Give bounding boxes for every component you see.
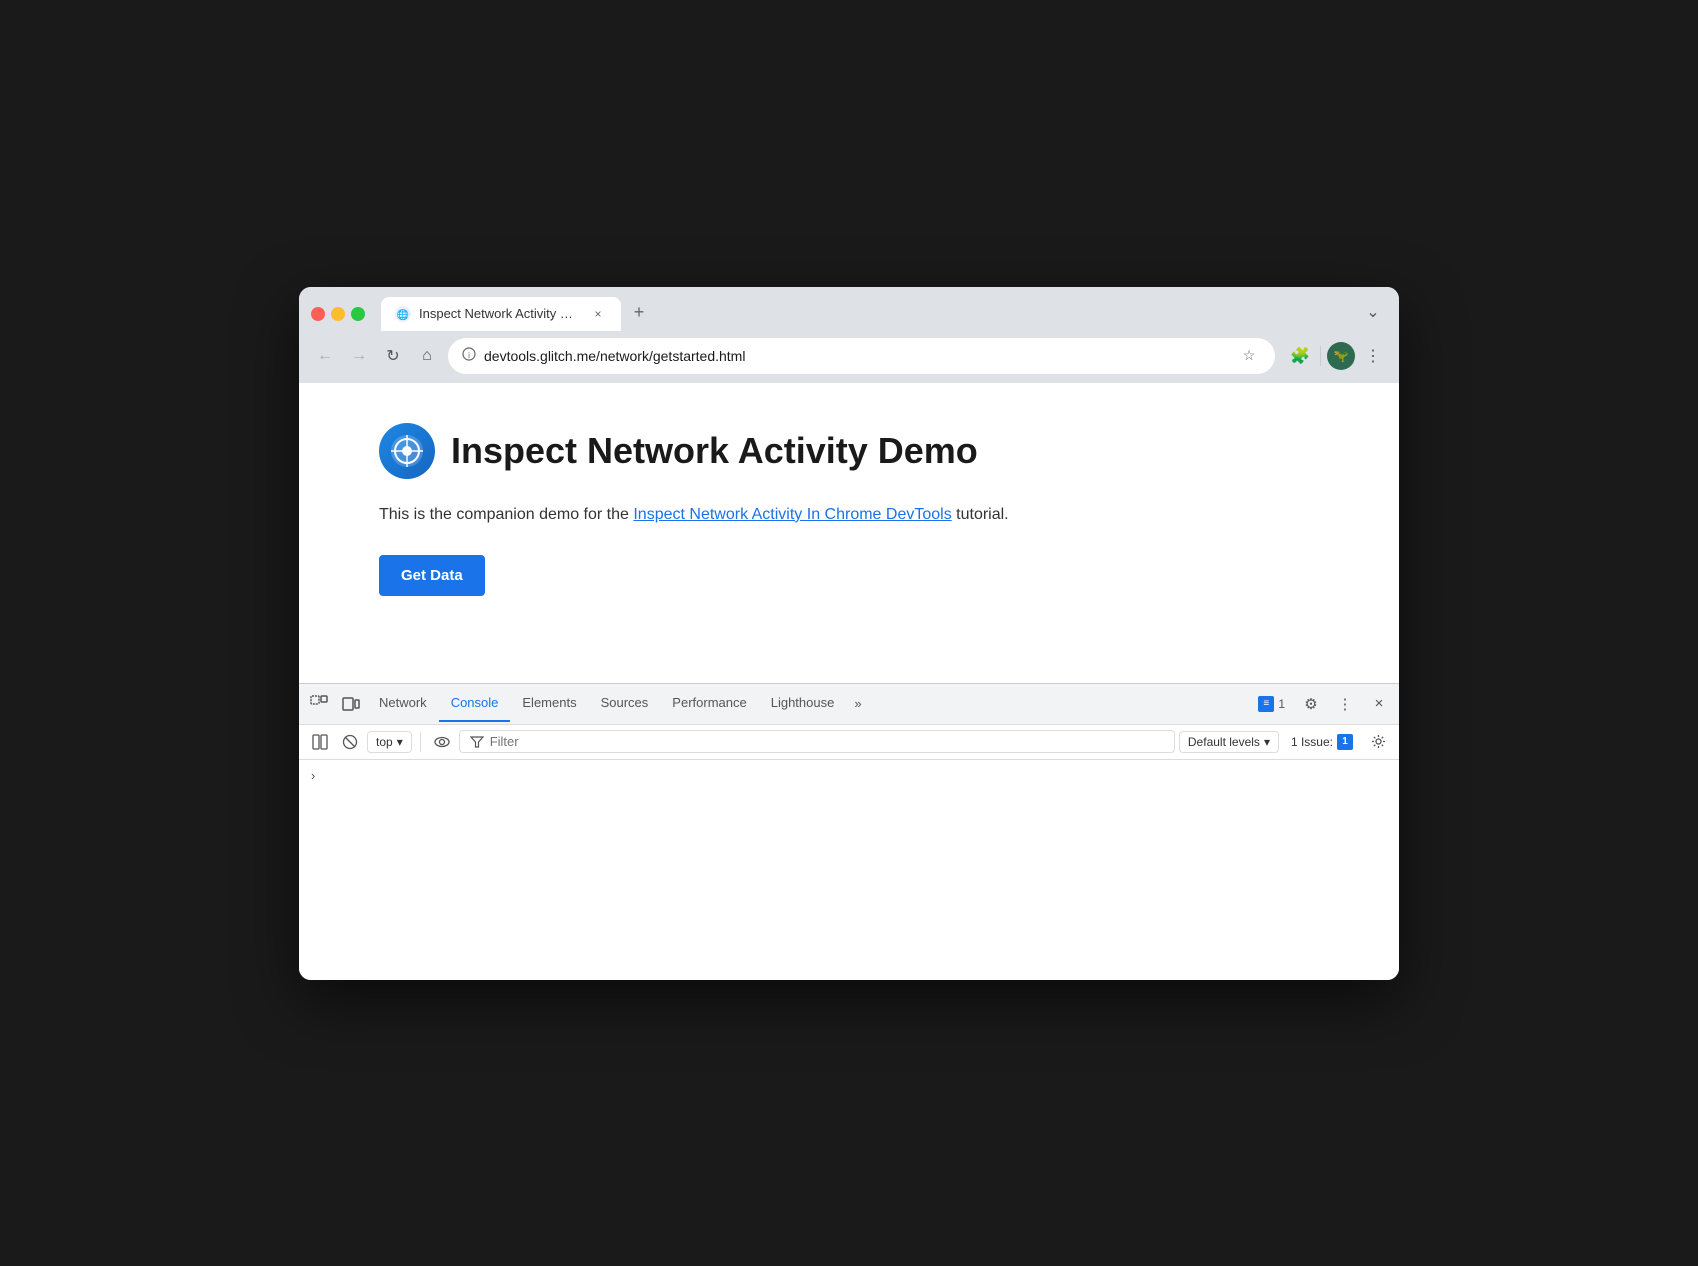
page-header: Inspect Network Activity Demo (379, 423, 1349, 479)
home-icon: ⌂ (422, 347, 432, 365)
console-eye-button[interactable] (429, 729, 455, 755)
tab-title: Inspect Network Activity Dem (419, 306, 581, 321)
issues-text: 1 Issue: (1291, 735, 1333, 749)
devtools-close-button[interactable]: × (1363, 684, 1395, 724)
separator (1320, 346, 1321, 366)
new-tab-button[interactable]: + (625, 299, 653, 327)
devtools-tabs-right: ≡ 1 ⚙ ⋮ × (1250, 684, 1395, 724)
description-link[interactable]: Inspect Network Activity In Chrome DevTo… (633, 506, 951, 523)
devtools-tabs: Network Console Elements Sources Perform… (299, 684, 1399, 725)
page-title: Inspect Network Activity Demo (451, 430, 978, 472)
forward-button[interactable]: → (345, 342, 373, 370)
console-levels-selector[interactable]: Default levels ▾ (1179, 731, 1279, 753)
tab-performance[interactable]: Performance (660, 685, 758, 722)
devtools-settings-button[interactable]: ⚙ (1295, 684, 1327, 724)
tab-close-button[interactable]: × (589, 305, 607, 323)
issues-badge: 1 (1337, 734, 1353, 750)
extension-button[interactable]: 🧩 (1286, 342, 1314, 370)
address-bar[interactable]: i ☆ (447, 337, 1276, 375)
tab-console[interactable]: Console (439, 685, 511, 722)
filter-input[interactable] (490, 734, 1164, 749)
tab-network[interactable]: Network (367, 685, 439, 722)
reload-button[interactable]: ↻ (379, 342, 407, 370)
levels-arrow: ▾ (1264, 735, 1270, 749)
security-icon: i (462, 347, 476, 364)
avatar-button[interactable]: 🦖 (1327, 342, 1355, 370)
devtools-panel: Network Console Elements Sources Perform… (299, 683, 1399, 980)
context-arrow: ▾ (397, 735, 403, 749)
close-button[interactable] (311, 307, 325, 321)
issues-count: 1 (1278, 697, 1285, 711)
console-toolbar: top ▾ Default levels ▾ (299, 725, 1399, 760)
description-prefix: This is the companion demo for the (379, 506, 633, 523)
more-tabs-button[interactable]: » (846, 686, 869, 721)
minimize-button[interactable] (331, 307, 345, 321)
console-settings-button[interactable] (1365, 729, 1391, 755)
more-icon: ⋮ (1365, 346, 1381, 366)
context-label: top (376, 735, 393, 749)
page-content: Inspect Network Activity Demo This is th… (299, 383, 1399, 683)
forward-icon: → (351, 347, 367, 365)
tab-sources[interactable]: Sources (589, 685, 661, 722)
browser-window: 🌐 Inspect Network Activity Dem × + ⌄ ← →… (299, 287, 1399, 980)
svg-text:🌐: 🌐 (397, 308, 409, 321)
more-button[interactable]: ⋮ (1359, 342, 1387, 370)
console-clear-button[interactable] (337, 729, 363, 755)
description-suffix: tutorial. (952, 506, 1009, 523)
extension-icon: 🧩 (1290, 346, 1310, 366)
tab-bar: 🌐 Inspect Network Activity Dem × + (381, 297, 1351, 331)
device-toolbar-button[interactable] (335, 684, 367, 724)
tab-dropdown-button[interactable]: ⌄ (1359, 298, 1387, 326)
tab-elements[interactable]: Elements (510, 685, 588, 722)
page-description: This is the companion demo for the Inspe… (379, 503, 1349, 527)
title-bar: 🌐 Inspect Network Activity Dem × + ⌄ (299, 287, 1399, 331)
reload-icon: ↻ (386, 346, 399, 366)
console-content: › (299, 760, 1399, 980)
console-context-selector[interactable]: top ▾ (367, 731, 412, 753)
levels-label: Default levels (1188, 735, 1260, 749)
active-tab[interactable]: 🌐 Inspect Network Activity Dem × (381, 297, 621, 331)
tab-favicon: 🌐 (395, 306, 411, 322)
toolbar-divider (420, 732, 421, 752)
url-input[interactable] (484, 348, 1229, 364)
console-sidebar-button[interactable] (307, 729, 333, 755)
get-data-button[interactable]: Get Data (379, 555, 485, 596)
address-actions: ☆ (1237, 344, 1261, 368)
maximize-button[interactable] (351, 307, 365, 321)
devtools-more-button[interactable]: ⋮ (1329, 684, 1361, 724)
page-logo (379, 423, 435, 479)
filter-icon (470, 735, 484, 749)
inspect-element-button[interactable] (303, 684, 335, 724)
issues-button[interactable]: ≡ 1 (1250, 692, 1293, 716)
address-bar-row: ← → ↻ ⌂ i ☆ 🧩 (299, 331, 1399, 383)
svg-text:i: i (468, 351, 470, 360)
home-button[interactable]: ⌂ (413, 342, 441, 370)
issues-badge-icon: ≡ (1258, 696, 1274, 712)
avatar: 🦖 (1334, 349, 1349, 363)
console-issues-button[interactable]: 1 Issue: 1 (1283, 731, 1361, 753)
console-filter-bar[interactable] (459, 730, 1175, 753)
console-caret[interactable]: › (307, 766, 319, 785)
bookmark-button[interactable]: ☆ (1237, 344, 1261, 368)
back-icon: ← (317, 347, 333, 365)
settings-icon (1371, 734, 1386, 749)
back-button[interactable]: ← (311, 342, 339, 370)
tab-lighthouse[interactable]: Lighthouse (759, 685, 847, 722)
browser-actions: 🧩 🦖 ⋮ (1286, 342, 1387, 370)
window-controls (311, 307, 365, 321)
